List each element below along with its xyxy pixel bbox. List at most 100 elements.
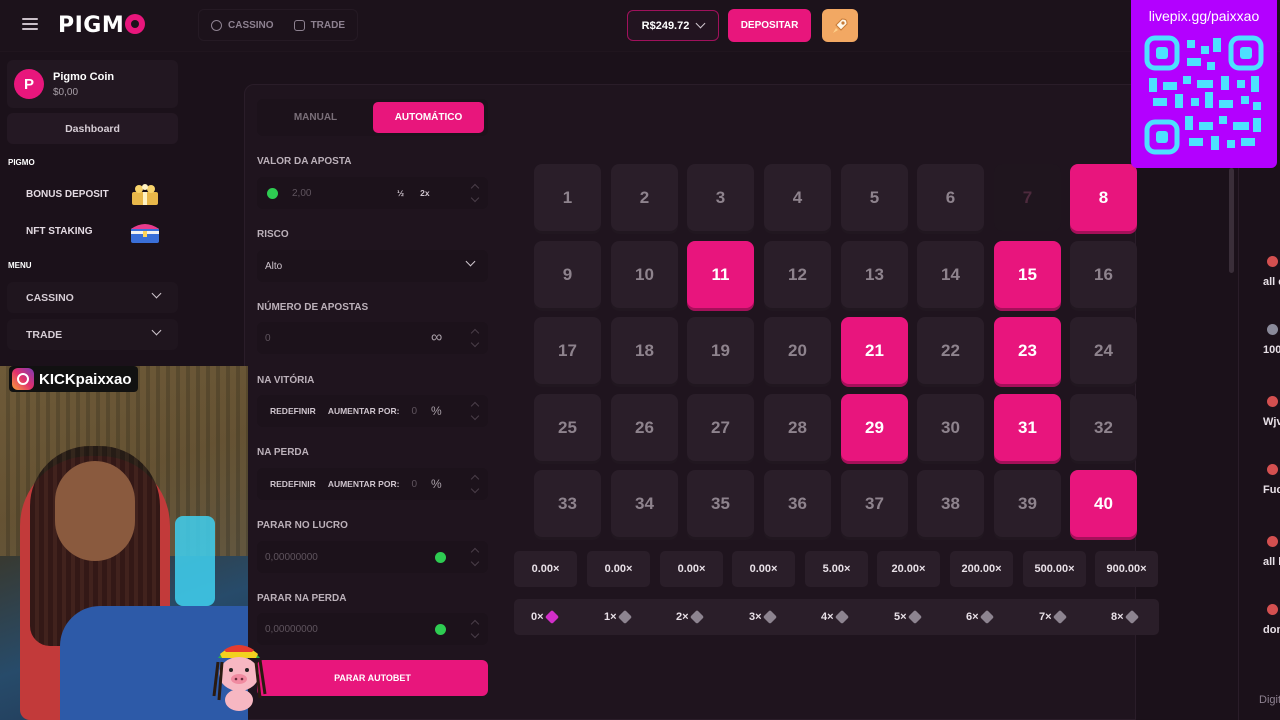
on-win-label: NA VITÓRIA (257, 375, 315, 386)
keno-tile[interactable]: 19 (687, 317, 754, 384)
instagram-tag: KICKpaixxao (9, 366, 138, 392)
promo-label: BONUS DEPOSIT (26, 189, 109, 200)
stepper-icon[interactable] (472, 328, 478, 348)
keno-tile[interactable]: 22 (917, 317, 984, 384)
stop-loss-value: 0,00000000 (265, 623, 318, 635)
gem-icon (544, 609, 559, 625)
keno-tile[interactable]: 10 (611, 241, 678, 308)
keno-tile[interactable]: 39 (994, 470, 1061, 537)
keno-tile[interactable]: 26 (611, 394, 678, 461)
keno-tile[interactable]: 12 (764, 241, 831, 308)
bet-amount-field[interactable]: 2,00 ½ 2x (257, 177, 488, 209)
keno-tile[interactable]: 14 (917, 241, 984, 308)
dashboard-button[interactable]: Dashboard (7, 113, 178, 144)
keno-tile[interactable]: 13 (841, 241, 908, 308)
menu-item-trade[interactable]: TRADE (7, 319, 178, 350)
keno-tile[interactable]: 5 (841, 164, 908, 231)
hit-count: 4× (821, 599, 849, 635)
keno-tile[interactable]: 7 (994, 164, 1061, 231)
increase-button[interactable]: AUMENTAR POR: (328, 406, 400, 416)
keno-tile[interactable]: 32 (1070, 394, 1137, 461)
gem-icon (689, 609, 704, 625)
logo[interactable]: PIGM (58, 13, 146, 38)
keno-tile[interactable]: 4 (764, 164, 831, 231)
nav-casino[interactable]: CASSINO (203, 11, 282, 39)
coin-icon (435, 623, 446, 635)
keno-tile[interactable]: 29 (841, 394, 908, 461)
top-nav: CASSINO TRADE (198, 9, 359, 41)
keno-tile[interactable]: 2 (611, 164, 678, 231)
keno-tile[interactable]: 8 (1070, 164, 1137, 231)
keno-tile[interactable]: 1 (534, 164, 601, 231)
infinity-icon[interactable]: ∞ (431, 329, 442, 347)
stepper-icon[interactable] (472, 619, 478, 639)
keno-tile[interactable]: 33 (534, 470, 601, 537)
rocket-button[interactable] (822, 9, 858, 42)
keno-tile[interactable]: 6 (917, 164, 984, 231)
keno-tile[interactable]: 25 (534, 394, 601, 461)
keno-tile[interactable]: 3 (687, 164, 754, 231)
promo-bonus-deposit[interactable]: BONUS DEPOSIT (7, 179, 178, 210)
keno-tile[interactable]: 17 (534, 317, 601, 384)
keno-tile[interactable]: 20 (764, 317, 831, 384)
on-loss-value[interactable]: 0 (411, 479, 417, 490)
stop-loss-field[interactable]: 0,00000000 (257, 613, 488, 645)
keno-tile[interactable]: 23 (994, 317, 1061, 384)
keno-tile[interactable]: 15 (994, 241, 1061, 308)
rocket-icon (833, 17, 848, 33)
chat-input[interactable]: Digit (1259, 694, 1280, 706)
keno-tile[interactable]: 11 (687, 241, 754, 308)
promo-nft-staking[interactable]: NFT STAKING (7, 216, 178, 247)
keno-tile[interactable]: 37 (841, 470, 908, 537)
nav-trade[interactable]: TRADE (286, 11, 353, 39)
pig-mascot-icon (212, 645, 267, 711)
risk-select[interactable]: Alto (257, 250, 488, 282)
payout-multiplier: 0.00× (660, 551, 723, 587)
hit-count-label: 5× (894, 611, 907, 623)
reset-button[interactable]: REDEFINIR (270, 406, 316, 416)
stepper-icon[interactable] (472, 401, 478, 421)
stepper-icon[interactable] (472, 474, 478, 494)
keno-tile[interactable]: 36 (764, 470, 831, 537)
trade-icon (293, 19, 305, 31)
scrollbar[interactable] (1229, 168, 1234, 273)
on-win-value[interactable]: 0 (411, 406, 417, 417)
gem-icon (1124, 609, 1139, 625)
keno-tile[interactable]: 38 (917, 470, 984, 537)
keno-tile[interactable]: 31 (994, 394, 1061, 461)
chevron-down-icon (695, 18, 706, 29)
keno-tile[interactable]: 34 (611, 470, 678, 537)
keno-tile[interactable]: 35 (687, 470, 754, 537)
tab-manual[interactable]: MANUAL (260, 102, 371, 133)
keno-tile[interactable]: 27 (687, 394, 754, 461)
keno-tile[interactable]: 28 (764, 394, 831, 461)
stepper-icon[interactable] (472, 183, 478, 203)
deposit-button[interactable]: DEPOSITAR (728, 9, 811, 42)
keno-tile[interactable]: 40 (1070, 470, 1137, 537)
menu-item-cassino[interactable]: CASSINO (7, 282, 178, 313)
user-balance: $0,00 (53, 87, 79, 98)
bet-amount-value: 2,00 (292, 187, 312, 199)
keno-tile[interactable]: 18 (611, 317, 678, 384)
stop-autobet-button[interactable]: PARAR AUTOBET (257, 660, 488, 696)
num-bets-field[interactable]: 0 ∞ (257, 322, 488, 354)
increase-button[interactable]: AUMENTAR POR: (328, 479, 400, 489)
menu-icon[interactable] (22, 18, 38, 32)
keno-tile[interactable]: 24 (1070, 317, 1137, 384)
balance-dropdown[interactable]: R$249.72 (627, 10, 719, 41)
user-card[interactable]: P Pigmo Coin $0,00 (7, 60, 178, 108)
keno-tile[interactable]: 9 (534, 241, 601, 308)
tab-automatic[interactable]: AUTOMÁTICO (373, 102, 484, 133)
stepper-icon[interactable] (472, 547, 478, 567)
keno-tile[interactable]: 16 (1070, 241, 1137, 308)
chevron-down-icon (151, 288, 162, 299)
instagram-icon (12, 368, 34, 390)
half-button[interactable]: ½ (397, 188, 404, 198)
stop-profit-field[interactable]: 0,00000000 (257, 541, 488, 573)
keno-tile[interactable]: 30 (917, 394, 984, 461)
percent-label: % (431, 404, 442, 418)
double-button[interactable]: 2x (420, 188, 429, 198)
reset-button[interactable]: REDEFINIR (270, 479, 316, 489)
keno-tile[interactable]: 21 (841, 317, 908, 384)
hit-count-label: 4× (821, 611, 834, 623)
